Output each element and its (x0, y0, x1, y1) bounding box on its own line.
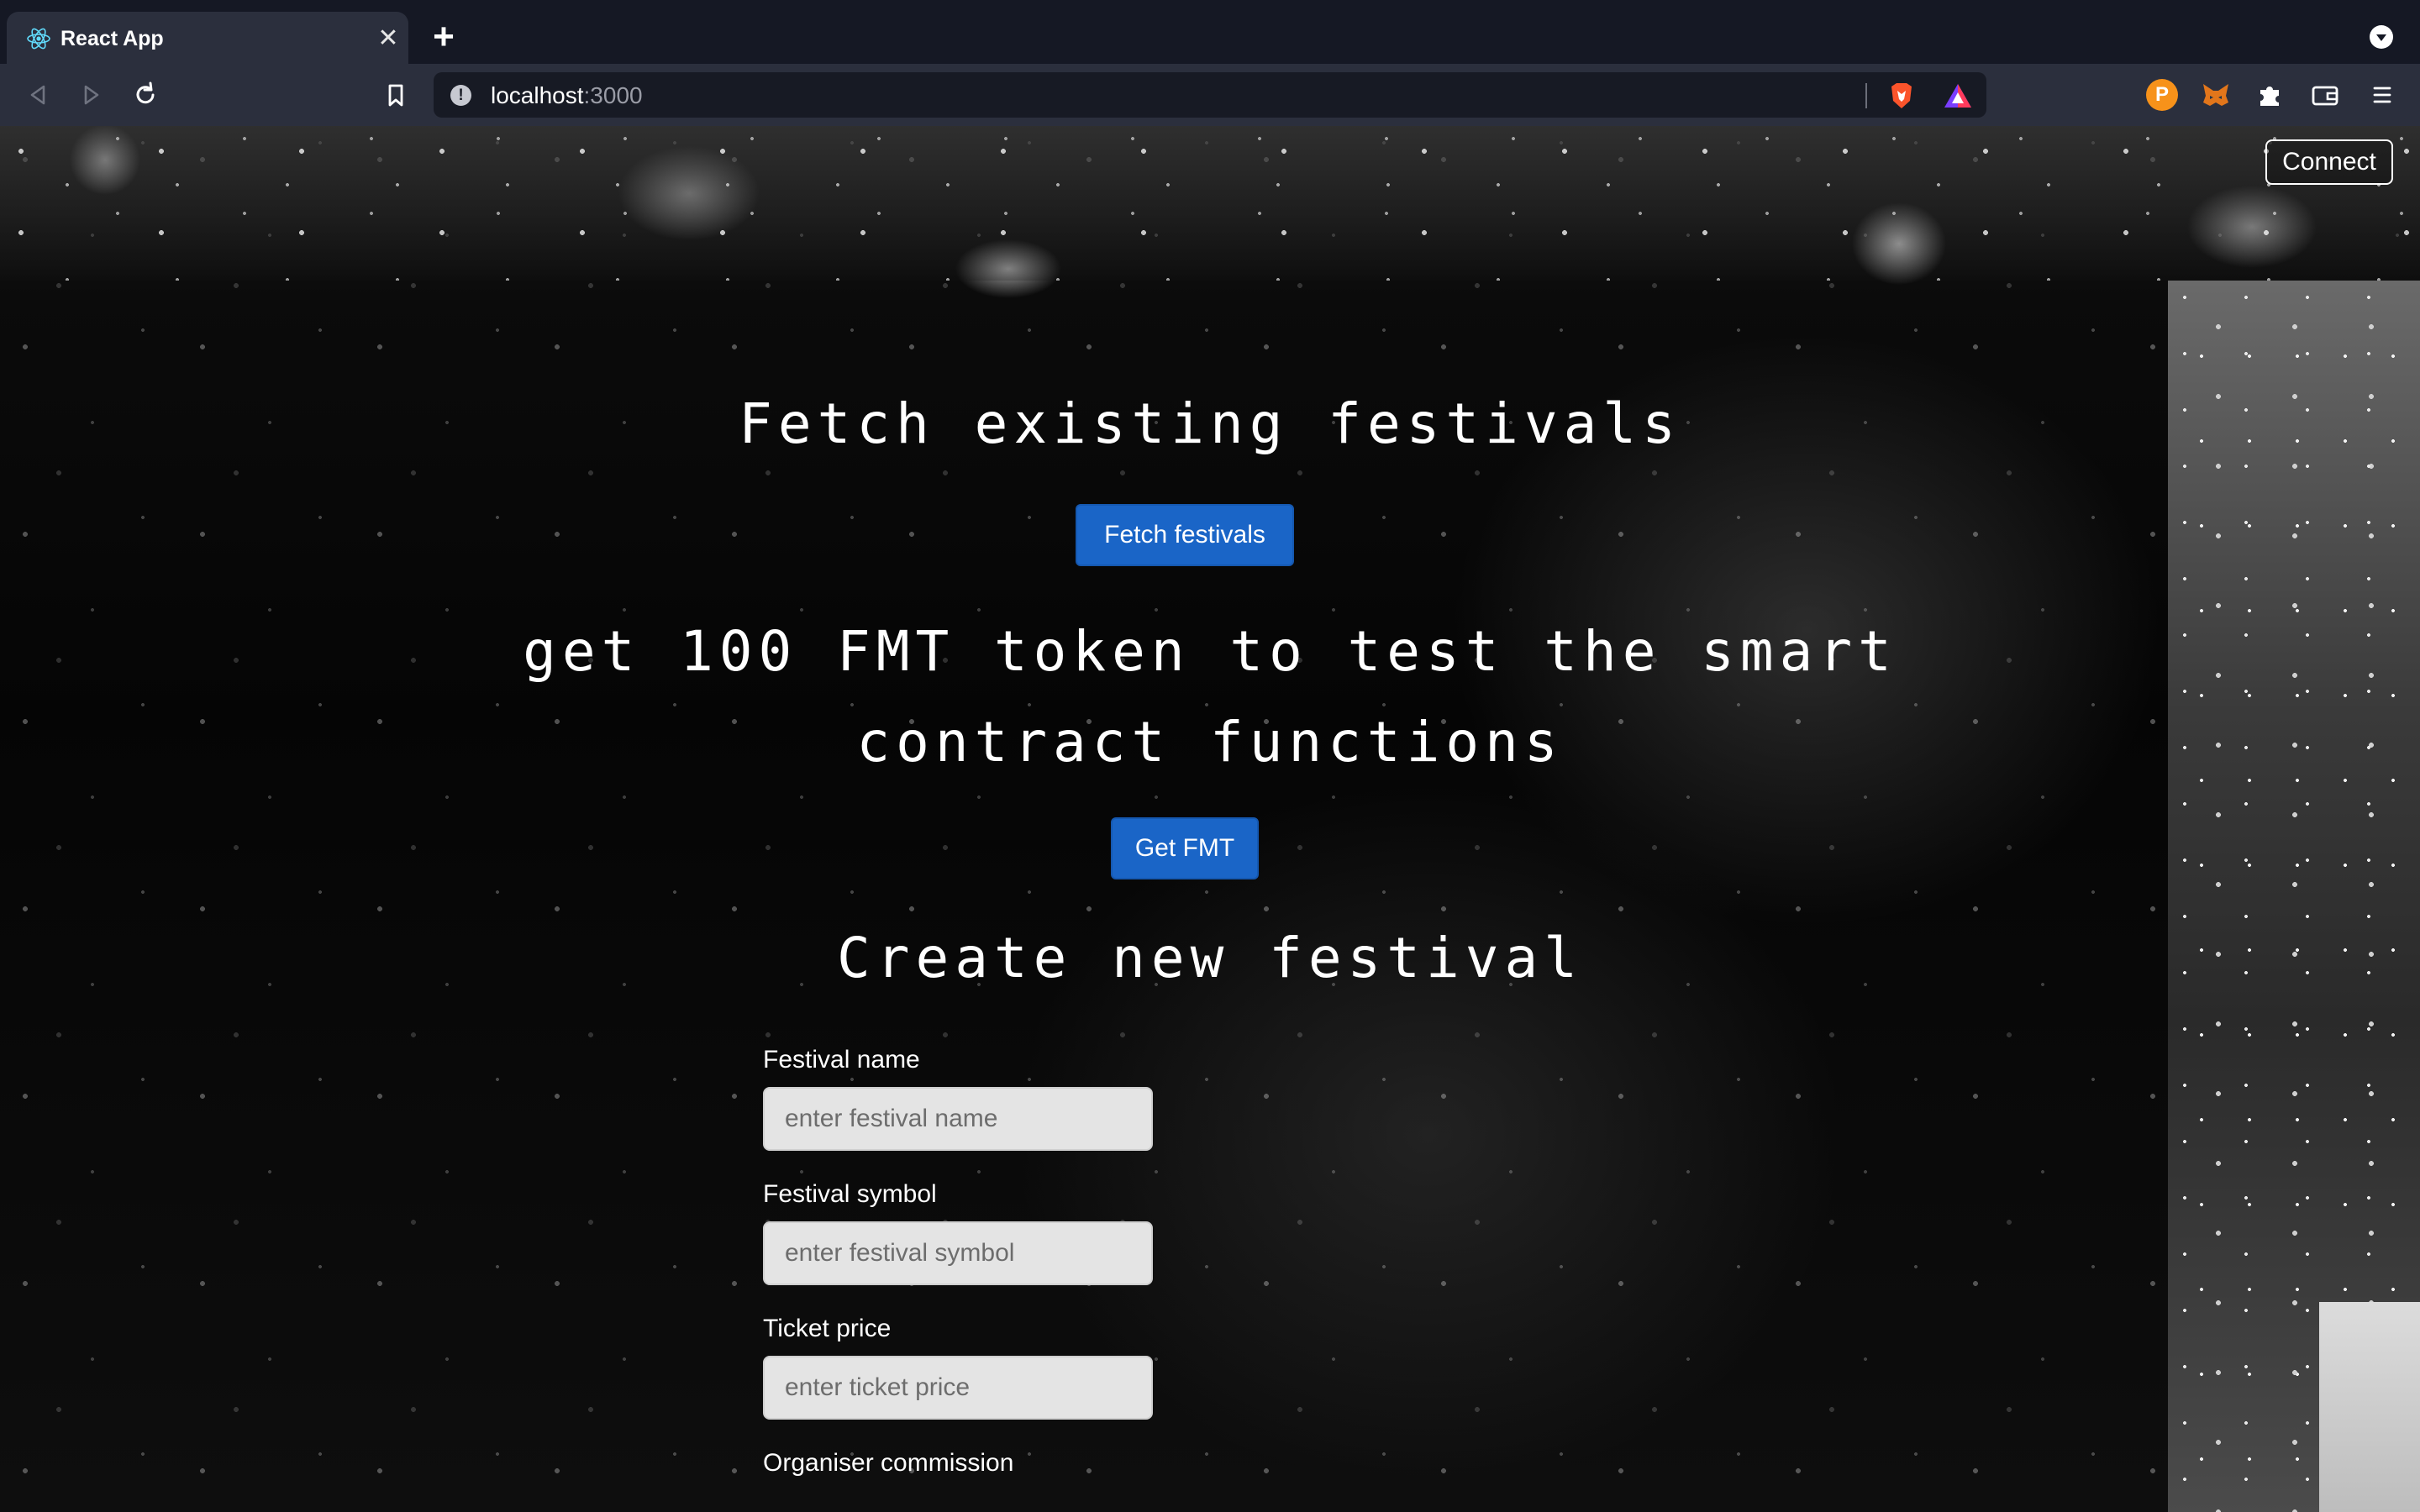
address-bar[interactable]: ! localhost:3000 (434, 72, 1986, 118)
festival-symbol-input[interactable] (763, 1221, 1153, 1285)
extensions-icon[interactable] (2254, 79, 2286, 111)
address-bar-divider (1865, 83, 1867, 108)
create-festival-form: Festival name Festival symbol Ticket pri… (763, 1042, 1166, 1490)
festival-name-label: Festival name (763, 1046, 920, 1074)
forward-icon[interactable] (76, 79, 108, 111)
fetch-festivals-button[interactable]: Fetch festivals (1076, 504, 1294, 566)
url-text[interactable]: localhost:3000 (491, 82, 643, 109)
bookmark-icon[interactable] (380, 79, 412, 111)
browser-toolbar: ! localhost:3000 P (0, 64, 2420, 126)
info-icon[interactable]: ! (450, 85, 471, 106)
wallet-icon[interactable] (2309, 79, 2341, 111)
organiser-commission-label: Organiser commission (763, 1449, 1014, 1477)
url-host: localhost (491, 82, 584, 108)
url-port: :3000 (583, 82, 643, 108)
back-icon[interactable] (22, 79, 54, 111)
browser-tab-active[interactable]: React App ✕ (7, 12, 408, 64)
create-festival-heading: Create new festival (837, 926, 1583, 990)
festival-symbol-label: Festival symbol (763, 1180, 937, 1208)
page-viewport: Connect Fetch existing festivals Fetch f… (0, 126, 2420, 1512)
ticket-price-label: Ticket price (763, 1315, 892, 1342)
connect-wallet-button[interactable]: Connect (2265, 139, 2393, 185)
browser-tab-bar: React App ✕ + (0, 0, 2420, 64)
main-content: Fetch existing festivals Fetch festivals… (252, 126, 2168, 1512)
tab-search-icon[interactable] (2370, 25, 2393, 49)
react-icon (27, 28, 50, 50)
get-fmt-button[interactable]: Get FMT (1111, 817, 1259, 879)
fetch-festivals-heading: Fetch existing festivals (739, 391, 1681, 456)
background-right-block (2319, 1302, 2420, 1512)
menu-icon[interactable] (2366, 79, 2398, 111)
tab-title: React App (60, 27, 164, 50)
close-tab-icon[interactable]: ✕ (375, 25, 402, 52)
get-fmt-heading: get 100 FMT token to test the smart cont… (523, 619, 1897, 774)
brave-shields-icon[interactable] (1887, 81, 1916, 111)
reload-icon[interactable] (129, 79, 161, 111)
brave-rewards-icon[interactable] (1943, 82, 1973, 109)
metamask-icon[interactable] (2200, 79, 2232, 111)
new-tab-button[interactable]: + (429, 18, 459, 55)
p-extension-icon[interactable]: P (2146, 79, 2178, 111)
ticket-price-input[interactable] (763, 1356, 1153, 1420)
festival-name-input[interactable] (763, 1087, 1153, 1151)
